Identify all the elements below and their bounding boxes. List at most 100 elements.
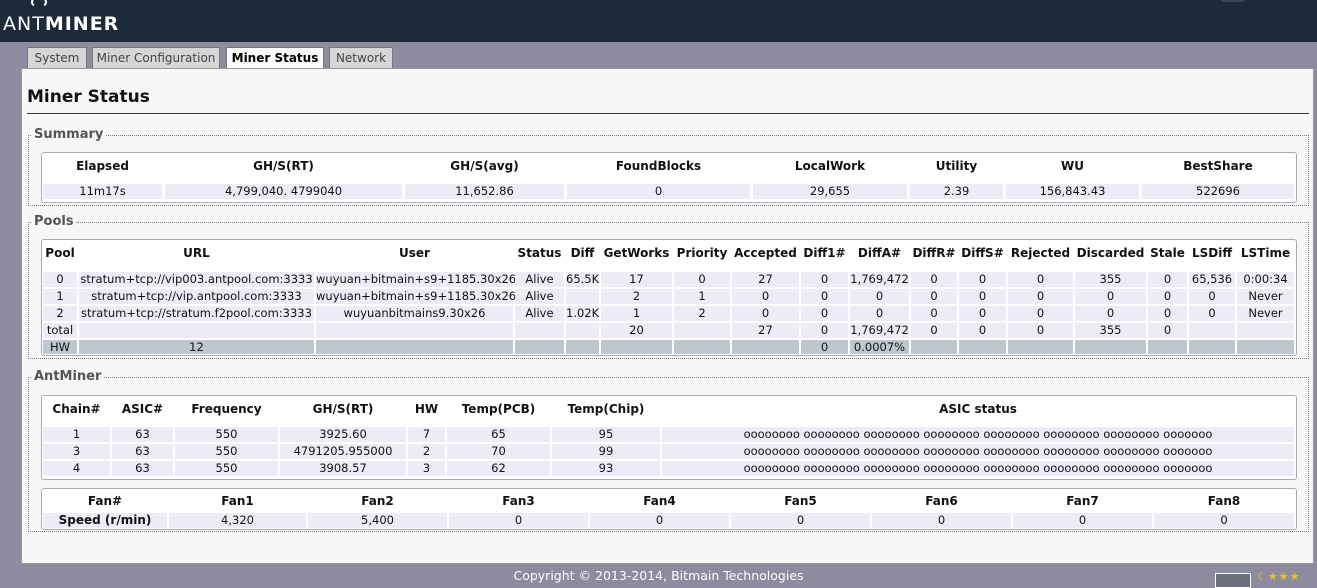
pool-row-cell: 355	[1075, 272, 1146, 287]
fan-speed-row-cell: 5,400	[308, 513, 447, 528]
chain-header-row-cell: ASIC#	[121, 402, 164, 416]
fan-speed-row-cell: 0	[872, 513, 1011, 528]
pools-total-row-cell	[1237, 323, 1294, 338]
chain-row-cell: 3925.60	[280, 427, 406, 442]
pool-row-cell: 0	[674, 272, 730, 287]
pools-hw-row-cell	[911, 340, 957, 354]
pool-row-cell: wuyuanbitmains9.30x26	[316, 306, 513, 321]
pools-header-row-cell: LSTime	[1240, 246, 1291, 260]
logo-arc-icon	[31, 0, 47, 8]
pool-row-cell: stratum+tcp://vip003.antpool.com:3333	[79, 272, 314, 287]
pool-row-cell: 0	[732, 306, 799, 321]
pools-total-row-cell	[79, 323, 314, 338]
pool-row-cell: wuyuan+bitmain+s9+1185.30x26	[316, 289, 517, 304]
chain-row-cell: 3908.57	[280, 461, 406, 476]
chain-row-cell: 95	[552, 427, 660, 442]
pools-hw-row-cell	[1075, 340, 1146, 354]
pool-row-cell: 1,769,472	[850, 272, 909, 287]
antminer-logo: ANTMINER	[3, 13, 120, 35]
tab-miner-configuration[interactable]: Miner Configuration	[92, 47, 220, 68]
tab-miner-status[interactable]: Miner Status	[226, 47, 324, 69]
summary-value-row-cell: 29,655	[753, 184, 907, 199]
pools-total-row-cell: total	[43, 323, 77, 338]
pools-header-row-cell: Priority	[676, 246, 728, 260]
fan-speed-row-cell: 4,320	[169, 513, 306, 528]
pools-table: Pool URL User Status Diff GetWorks Priority Acc…	[41, 239, 1297, 356]
pools-hw-row-cell	[1237, 340, 1294, 354]
pool-row-cell: 65.5K	[566, 272, 600, 287]
fan-header-row-cell: Fan#	[87, 494, 123, 508]
chain-header-row-cell: Frequency	[191, 402, 262, 416]
pools-total-row-cell: 355	[1075, 323, 1146, 338]
pool-row-cell: stratum+tcp://vip.antpool.com:3333	[79, 289, 314, 304]
fan-speed-row-cell: 0	[449, 513, 588, 528]
pool-row-cell: 0	[43, 272, 77, 287]
pools-hw-row-cell	[959, 340, 1006, 354]
pools-header-row-cell: Stale	[1150, 246, 1185, 260]
pool-row-cell: 17	[601, 272, 672, 287]
pools-total-row-cell: 0	[911, 323, 957, 338]
chain-row-cell: 93	[552, 461, 660, 476]
pools-header-row-cell: URL	[183, 246, 210, 260]
summary-header-row-cell: Elapsed	[76, 159, 129, 173]
summary-header-row-cell: BestShare	[1183, 159, 1253, 173]
title-divider	[27, 113, 1309, 114]
pools-total-row-cell: 0	[801, 323, 848, 338]
fan-header-row-cell: Fan2	[361, 494, 394, 508]
footer-copyright: Copyright © 2013-2014, Bitmain Technolog…	[513, 568, 804, 583]
fan-speed-row-cell: 0	[1013, 513, 1152, 528]
chain-row-cell: 550	[175, 427, 278, 442]
pools-total-row-cell: 27	[732, 323, 799, 338]
pool-row-cell: Alive	[515, 306, 564, 321]
fan-speed-row-cell: Speed (r/min)	[43, 513, 167, 528]
antminer-legend: AntMiner	[32, 369, 104, 384]
pools-total-row-cell	[316, 323, 513, 338]
pools-hw-row-cell	[1189, 340, 1235, 354]
pool-row-cell: wuyuan+bitmain+s9+1185.30x26	[316, 272, 517, 287]
pool-row-cell: 0	[1008, 272, 1073, 287]
pool-row-cell: Never	[1237, 289, 1294, 304]
chain-row-cell: 550	[175, 444, 278, 459]
chain-header-row-cell: Temp(Chip)	[567, 402, 645, 416]
pool-row-cell: 65,536	[1189, 272, 1235, 287]
pools-total-row-cell: 20	[601, 323, 672, 338]
pool-row-cell: 1	[601, 306, 672, 321]
pools-hw-row-cell	[674, 340, 730, 354]
pools-total-row-cell: 0	[959, 323, 1006, 338]
fan-header-row-cell: Fan1	[221, 494, 254, 508]
chain-row-cell: 4791205.955000	[280, 444, 406, 459]
pool-row-cell: 0	[1075, 306, 1146, 321]
chain-row-cell: 63	[112, 427, 173, 442]
top-bar: ANTMINER	[0, 0, 1317, 42]
pools-total-row-cell: 0	[1148, 323, 1187, 338]
summary-legend: Summary	[32, 127, 106, 142]
tab-system[interactable]: System	[27, 47, 87, 68]
pools-header-row-cell: Accepted	[734, 246, 797, 260]
content-panel: Miner Status Summary Elapsed GH/S(RT) GH/S…	[21, 68, 1314, 564]
pool-row-cell: 0	[850, 306, 909, 321]
pool-row-cell: 0	[1189, 306, 1235, 321]
chain-row-cell: 70	[447, 444, 550, 459]
summary-value-row-cell: 11m17s	[43, 184, 162, 199]
avatar	[1215, 573, 1251, 588]
pool-row-cell: 2	[43, 306, 77, 321]
chain-row-cell: 1	[43, 427, 110, 442]
chain-row-cell: 62	[447, 461, 550, 476]
pool-row-cell: 0:00:34	[1237, 272, 1294, 287]
tab-network[interactable]: Network	[329, 47, 393, 68]
summary-table: Elapsed GH/S(RT) GH/S(avg) FoundBlocks Local…	[41, 152, 1297, 203]
pool-row-cell: 0	[1148, 272, 1187, 287]
chain-row-cell: 3	[408, 461, 445, 476]
fan-header-row-cell: Fan5	[784, 494, 817, 508]
pool-row-cell: 0	[801, 272, 848, 287]
pools-header-row-cell: Status	[517, 246, 562, 260]
chain-row-cell: 99	[552, 444, 660, 459]
summary-header-row-cell: Utility	[935, 159, 978, 173]
user-menu-icon[interactable]	[1216, 0, 1250, 2]
pool-row-cell: 0	[1189, 289, 1235, 304]
pools-hw-row-cell	[1008, 340, 1073, 354]
fan-header-row-cell: Fan6	[925, 494, 958, 508]
summary-header-row-cell: WU	[1061, 159, 1084, 173]
summary-value-row-cell: 2.39	[910, 184, 1003, 199]
pools-hw-row-cell: 0.0007%	[850, 340, 909, 354]
